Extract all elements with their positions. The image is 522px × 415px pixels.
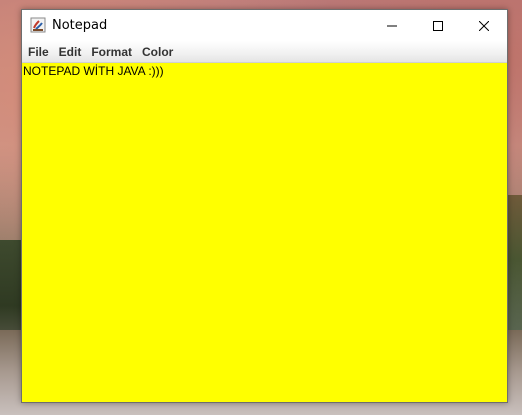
notepad-window: Notepad File Edit Format Color NOTEPAD W xyxy=(21,9,508,403)
title-bar[interactable]: Notepad xyxy=(22,10,507,41)
minimize-button[interactable] xyxy=(369,10,415,41)
window-title: Notepad xyxy=(52,18,108,33)
menu-color[interactable]: Color xyxy=(137,42,178,62)
menu-edit[interactable]: Edit xyxy=(54,42,87,62)
maximize-icon xyxy=(433,20,443,31)
close-button[interactable] xyxy=(461,10,507,41)
text-editor-area[interactable]: NOTEPAD WİTH JAVA :))) xyxy=(22,63,507,402)
maximize-button[interactable] xyxy=(415,10,461,41)
menu-format[interactable]: Format xyxy=(86,42,137,62)
java-app-icon xyxy=(30,17,46,33)
menu-file[interactable]: File xyxy=(22,42,54,62)
menu-bar: File Edit Format Color xyxy=(22,41,507,63)
close-icon xyxy=(479,20,489,31)
minimize-icon xyxy=(387,21,397,31)
